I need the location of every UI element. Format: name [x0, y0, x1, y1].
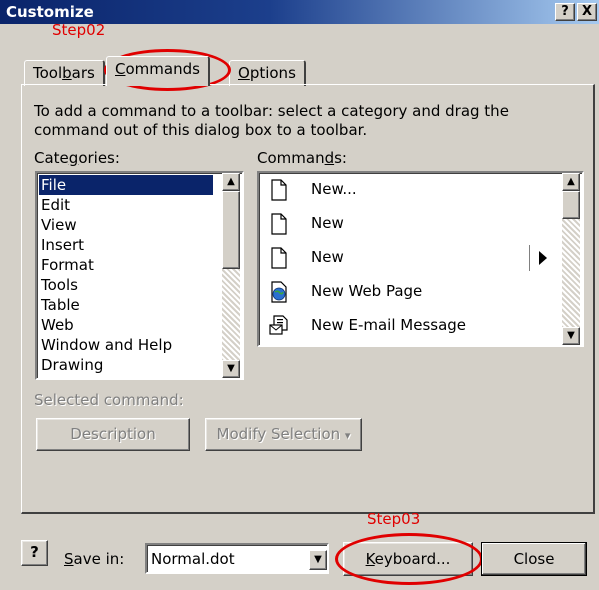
command-item[interactable]: New	[263, 241, 553, 275]
tab-toolbars-label: Toolbars	[33, 64, 95, 82]
command-item[interactable]: New E-mail Message	[263, 309, 553, 343]
instruction-line-2: command out of this dialog box to a tool…	[34, 121, 368, 139]
submenu-divider	[529, 245, 530, 271]
tab-toolbars[interactable]: Toolbars	[24, 60, 105, 86]
submenu-arrow-icon	[539, 251, 547, 265]
tab-options-label: Options	[238, 64, 296, 82]
category-item[interactable]: Edit	[39, 195, 213, 215]
command-label: New...	[311, 180, 357, 198]
category-item[interactable]: Insert	[39, 235, 213, 255]
tab-commands[interactable]: Commands	[106, 56, 210, 86]
tab-options[interactable]: Options	[229, 60, 306, 86]
category-item[interactable]: Table	[39, 295, 213, 315]
help-icon[interactable]: ?	[21, 540, 48, 566]
commands-label: Commands:	[257, 149, 347, 167]
chevron-down-icon[interactable]: ▼	[309, 550, 327, 570]
category-item[interactable]: File	[38, 174, 214, 196]
command-label: New	[311, 248, 344, 266]
description-button[interactable]: Description	[36, 418, 190, 451]
modify-selection-label: Modify Selection	[216, 425, 341, 443]
scroll-up-icon[interactable]: ▲	[562, 173, 580, 191]
scroll-up-icon[interactable]: ▲	[222, 173, 240, 191]
customize-dialog: Customize ? X Step02 Toolbars Commands O…	[0, 0, 599, 590]
web-page-icon	[271, 281, 287, 303]
instruction-line-1: To add a command to a toolbar: select a …	[34, 102, 509, 120]
save-in-dropdown[interactable]: Normal.dot ▼	[145, 543, 329, 574]
step02-annotation: Step02	[52, 21, 106, 39]
tab-commands-label: Commands	[115, 60, 200, 78]
blank-page-icon	[271, 213, 287, 235]
command-label: New Web Page	[311, 282, 423, 300]
keyboard-button-label: Keyboard...	[365, 550, 451, 568]
categories-list[interactable]: File Edit View Insert Format Tools Table…	[35, 171, 244, 380]
command-label: New	[311, 214, 344, 232]
category-item[interactable]: View	[39, 215, 213, 235]
command-item[interactable]: New Web Page	[263, 275, 553, 309]
command-item[interactable]: New...	[263, 173, 553, 207]
commands-list[interactable]: New... New New New Web Page New E-mail M…	[257, 171, 584, 347]
step03-annotation: Step03	[367, 510, 421, 528]
category-item[interactable]: Window and Help	[39, 335, 213, 355]
category-item[interactable]: Tools	[39, 275, 213, 295]
modify-selection-button[interactable]: Modify Selection ▾	[205, 418, 362, 451]
categories-label: Categories:	[34, 149, 120, 167]
email-message-icon	[269, 315, 288, 335]
blank-page-icon	[271, 179, 287, 201]
close-title-button[interactable]: X	[577, 3, 597, 21]
save-in-value: Normal.dot	[151, 550, 235, 568]
category-item[interactable]: Web	[39, 315, 213, 335]
close-button[interactable]: Close	[481, 542, 587, 576]
window-title: Customize	[6, 3, 94, 21]
category-item[interactable]: Format	[39, 255, 213, 275]
dropdown-arrow-icon: ▾	[344, 429, 351, 442]
save-in-label: Save in:	[64, 550, 125, 568]
commands-scroll-thumb[interactable]	[562, 191, 580, 219]
command-item[interactable]: New	[263, 207, 553, 241]
scroll-down-icon[interactable]: ▼	[562, 327, 580, 345]
keyboard-button[interactable]: Keyboard...	[343, 542, 473, 576]
blank-page-icon	[271, 247, 287, 269]
categories-scroll-thumb[interactable]	[222, 191, 240, 269]
selected-command-label: Selected command:	[34, 391, 184, 409]
scroll-down-icon[interactable]: ▼	[222, 360, 240, 378]
command-label: New E-mail Message	[311, 316, 467, 334]
help-title-button[interactable]: ?	[555, 3, 575, 21]
category-item[interactable]: Drawing	[39, 355, 213, 375]
